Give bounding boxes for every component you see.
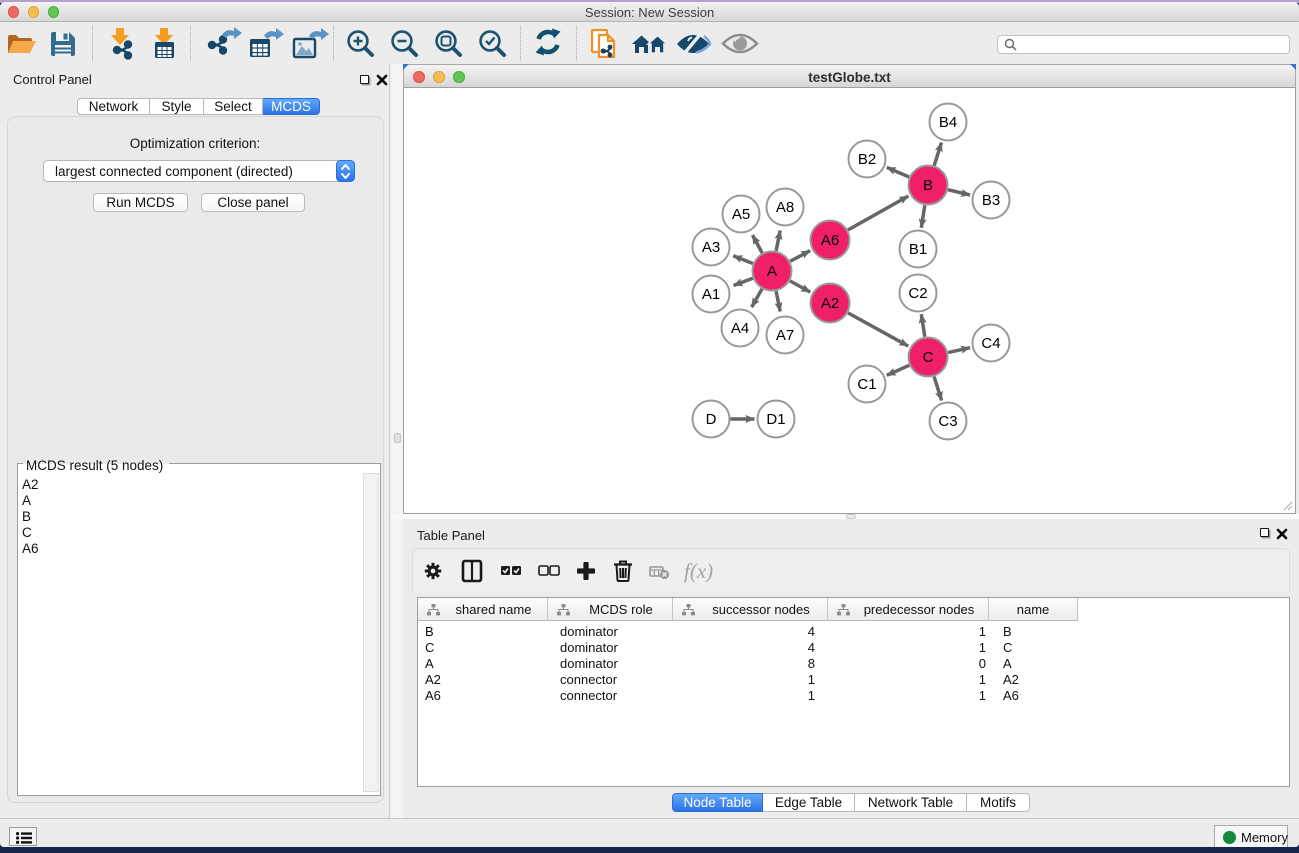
svg-text:B4: B4 [939,114,957,131]
svg-text:A3: A3 [702,239,720,256]
svg-text:C3: C3 [938,413,957,430]
svg-text:A4: A4 [731,320,749,337]
svg-text:A1: A1 [702,286,720,303]
svg-text:A7: A7 [776,327,794,344]
svg-text:D: D [706,411,717,428]
svg-text:A: A [767,263,777,280]
svg-text:B3: B3 [982,192,1000,209]
svg-text:B1: B1 [909,241,927,258]
svg-text:B2: B2 [858,151,876,168]
svg-text:A2: A2 [821,295,839,312]
svg-text:A5: A5 [732,206,750,223]
svg-text:A6: A6 [821,232,839,249]
svg-text:f(x): f(x) [684,559,713,583]
svg-text:A8: A8 [776,199,794,216]
svg-text:C1: C1 [857,376,876,393]
svg-text:B: B [923,177,933,194]
svg-text:C4: C4 [981,335,1000,352]
svg-text:C2: C2 [908,285,927,302]
svg-text:D1: D1 [766,411,785,428]
svg-text:C: C [923,349,934,366]
